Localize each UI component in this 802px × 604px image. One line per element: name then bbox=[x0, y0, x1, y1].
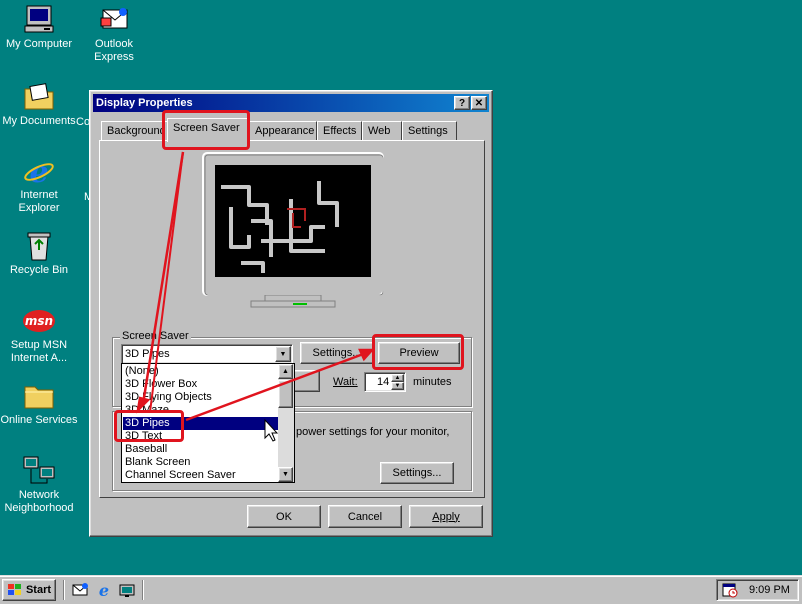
highlight-3d-pipes-item bbox=[114, 410, 184, 442]
tab-background[interactable]: Background bbox=[101, 121, 169, 141]
list-item[interactable]: (None) bbox=[123, 365, 278, 378]
msn-icon: msn bbox=[22, 305, 56, 337]
chevron-down-icon: ▼ bbox=[279, 350, 287, 358]
desktop-icon-label: Recycle Bin bbox=[9, 264, 69, 276]
svg-text:msn: msn bbox=[25, 314, 53, 328]
desktop-icon-label: Online Services bbox=[0, 414, 78, 426]
chevron-down-icon: ▼ bbox=[394, 383, 401, 389]
desktop-icon-my-computer[interactable]: My Computer bbox=[0, 4, 78, 51]
desktop-icon-label: My Documents bbox=[2, 115, 76, 127]
close-icon: ✕ bbox=[474, 97, 484, 109]
taskbar-divider bbox=[63, 580, 65, 600]
help-button[interactable]: ? bbox=[454, 96, 470, 110]
taskbar-divider bbox=[142, 580, 144, 600]
desktop-icon-label: My Computer bbox=[5, 38, 73, 50]
apply-button[interactable]: Apply bbox=[409, 505, 483, 528]
scroll-thumb[interactable] bbox=[278, 380, 293, 408]
desktop-icon-label: Internet Explorer bbox=[18, 189, 60, 214]
chevron-up-icon: ▲ bbox=[282, 368, 289, 375]
wait-spinner[interactable]: 14 ▲ ▼ bbox=[364, 372, 406, 392]
scheduler-icon[interactable] bbox=[722, 582, 738, 598]
tab-appearance[interactable]: Appearance bbox=[249, 121, 317, 141]
tab-web[interactable]: Web bbox=[362, 121, 402, 141]
internet-explorer-icon: e bbox=[22, 155, 56, 190]
system-tray: 9:09 PM bbox=[716, 579, 799, 601]
chevron-up-icon: ▲ bbox=[394, 375, 401, 381]
energy-settings-button[interactable]: Settings... bbox=[380, 462, 454, 484]
svg-text:e: e bbox=[99, 581, 109, 599]
wait-value: 14 bbox=[377, 376, 390, 388]
chevron-down-icon: ▼ bbox=[282, 471, 289, 478]
desktop-icon-recycle-bin[interactable]: Recycle Bin bbox=[0, 230, 78, 277]
screen-saver-selected-value: 3D Pipes bbox=[125, 348, 170, 360]
list-item[interactable]: Baseball bbox=[123, 443, 278, 456]
title-bar[interactable]: Display Properties ? ✕ bbox=[93, 94, 489, 112]
list-scrollbar[interactable]: ▲ ▼ bbox=[278, 364, 294, 482]
dropdown-button[interactable]: ▼ bbox=[275, 346, 291, 362]
desktop-icon-my-documents[interactable]: My Documents bbox=[0, 81, 78, 128]
spin-down-button[interactable]: ▼ bbox=[391, 382, 404, 390]
wait-label: Wait: bbox=[333, 376, 358, 388]
tab-effects[interactable]: Effects bbox=[317, 121, 362, 141]
desktop-icon-label: Setup MSN Internet A... bbox=[10, 339, 68, 364]
windows-logo-icon bbox=[7, 584, 21, 595]
recycle-bin-icon bbox=[22, 230, 56, 262]
list-item[interactable]: Channel Screen Saver bbox=[123, 469, 278, 482]
spin-up-button[interactable]: ▲ bbox=[391, 374, 404, 382]
desktop-icon-label: Network Neighborhood bbox=[4, 489, 74, 514]
desktop-icon-network-neighborhood[interactable]: Network Neighborhood bbox=[0, 455, 78, 515]
desktop-icon-setup-msn[interactable]: msn Setup MSN Internet A... bbox=[0, 305, 78, 365]
cancel-button[interactable]: Cancel bbox=[328, 505, 402, 528]
highlight-preview-button bbox=[372, 334, 464, 370]
start-button[interactable]: Start bbox=[2, 579, 56, 601]
scroll-up-button[interactable]: ▲ bbox=[278, 364, 293, 379]
energy-settings-text: power settings for your monitor, bbox=[296, 426, 450, 438]
my-computer-icon bbox=[22, 4, 56, 36]
outlook-express-icon[interactable] bbox=[72, 582, 88, 598]
clock[interactable]: 9:09 PM bbox=[749, 584, 790, 596]
desktop-icon-label: Outlook Express bbox=[94, 38, 134, 63]
ok-button[interactable]: OK bbox=[247, 505, 321, 528]
internet-explorer-icon[interactable]: e bbox=[96, 581, 112, 600]
monitor-preview bbox=[201, 151, 385, 309]
desktop-icon-internet-explorer[interactable]: e Internet Explorer bbox=[0, 155, 78, 215]
scroll-down-button[interactable]: ▼ bbox=[278, 467, 293, 482]
desktop-icon-outlook-express[interactable]: Outlook Express bbox=[75, 4, 153, 64]
folder-icon bbox=[22, 380, 56, 412]
desktop: { "desktop": { "icons": [ {"name": "my-c… bbox=[0, 0, 802, 604]
screen-saver-group-label: Screen Saver bbox=[120, 330, 191, 342]
screen-saver-settings-button[interactable]: Settings... bbox=[300, 342, 374, 364]
list-item[interactable]: Blank Screen bbox=[123, 456, 278, 469]
list-item[interactable]: 3D Flying Objects bbox=[123, 391, 278, 404]
close-button[interactable]: ✕ bbox=[471, 96, 487, 110]
show-desktop-icon[interactable] bbox=[119, 582, 135, 598]
minutes-label: minutes bbox=[413, 376, 452, 388]
desktop-icon-online-services[interactable]: Online Services bbox=[0, 380, 78, 427]
my-documents-icon bbox=[22, 81, 56, 113]
screen-saver-select[interactable]: 3D Pipes ▼ bbox=[121, 344, 293, 364]
list-item[interactable]: 3D Flower Box bbox=[123, 378, 278, 391]
network-neighborhood-icon bbox=[22, 455, 56, 487]
taskbar: Start e 9:09 PM bbox=[0, 575, 802, 604]
highlight-screen-saver-tab bbox=[162, 110, 250, 150]
tab-settings[interactable]: Settings bbox=[402, 121, 457, 141]
outlook-express-icon bbox=[97, 4, 131, 36]
partial-desktop-label: Co bbox=[76, 116, 91, 128]
window-title: Display Properties bbox=[96, 97, 193, 109]
